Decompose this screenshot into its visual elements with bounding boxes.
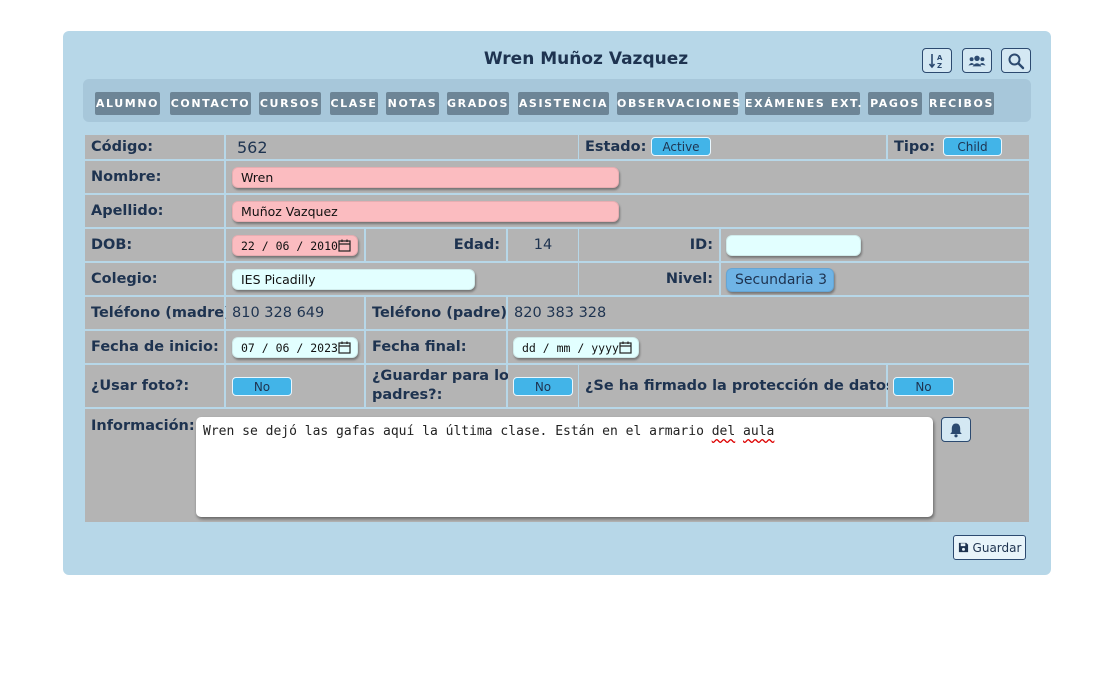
svg-text:Z: Z <box>937 62 942 70</box>
tab-clase[interactable]: CLASE <box>330 92 378 115</box>
nivel-label: Nivel: <box>579 263 719 295</box>
codigo-value: 562 <box>226 135 578 159</box>
svg-text:A: A <box>937 54 943 62</box>
calendar-icon <box>338 341 351 354</box>
calendar-icon <box>338 239 351 252</box>
tipo-select[interactable]: Child <box>943 137 1002 156</box>
nombre-input[interactable]: Wren <box>232 167 619 188</box>
calendar-icon <box>619 341 632 354</box>
informacion-text-4: aula <box>743 424 775 439</box>
tab-examenes-ext[interactable]: EXÁMENES EXT. <box>745 92 862 115</box>
apellido-input[interactable]: Muñoz Vazquez <box>232 201 619 222</box>
sort-az-icon: A Z <box>928 53 943 70</box>
informacion-text-3 <box>735 424 743 439</box>
nivel-select[interactable]: Secundaria 3 <box>726 268 834 292</box>
bell-icon <box>950 423 962 437</box>
search-icon <box>1008 53 1025 69</box>
usar-foto-select[interactable]: No <box>232 377 292 396</box>
colegio-label: Colegio: <box>85 263 224 295</box>
tab-asistencia[interactable]: ASISTENCIA <box>518 92 609 115</box>
sort-button[interactable]: A Z <box>922 48 952 73</box>
tel-padre-value: 820 383 328 <box>508 297 1029 329</box>
guardar-padres-label-line2: padres?: <box>372 387 443 403</box>
tab-grados[interactable]: GRADOS <box>447 92 509 115</box>
proteccion-select[interactable]: No <box>893 377 954 396</box>
apellido-label: Apellido: <box>85 195 224 227</box>
tab-recibos[interactable]: RECIBOS <box>929 92 994 115</box>
tab-alumno[interactable]: ALUMNO <box>95 92 160 115</box>
search-button[interactable] <box>1001 48 1031 73</box>
tel-madre-value: 810 328 649 <box>226 297 364 329</box>
fecha-final-value: dd / mm / yyyy <box>522 340 619 355</box>
users-button[interactable] <box>962 48 992 73</box>
fecha-inicio-value: 07 / 06 / 2023 <box>241 340 338 355</box>
dob-label: DOB: <box>85 229 224 261</box>
informacion-text-2: del <box>711 424 736 439</box>
tab-notas[interactable]: NOTAS <box>386 92 439 115</box>
edad-value: 14 <box>508 229 578 261</box>
estado-label: Estado: <box>579 135 886 159</box>
codigo-label: Código: <box>85 135 224 159</box>
guardar-padres-select[interactable]: No <box>513 377 573 396</box>
colegio-input[interactable]: IES Picadilly <box>232 269 475 290</box>
estado-select[interactable]: Active <box>651 137 711 156</box>
id-label: ID: <box>579 229 719 261</box>
fecha-inicio-input[interactable]: 07 / 06 / 2023 <box>232 337 358 358</box>
dob-input[interactable]: 22 / 06 / 2010 <box>232 235 358 256</box>
tel-padre-label: Teléfono (padre): <box>366 297 513 329</box>
dob-value: 22 / 06 / 2010 <box>241 238 338 253</box>
tab-cursos[interactable]: CURSOS <box>259 92 321 115</box>
fecha-final-input[interactable]: dd / mm / yyyy <box>513 337 639 358</box>
id-input[interactable] <box>726 235 861 256</box>
nombre-label: Nombre: <box>85 161 224 193</box>
informacion-textarea[interactable]: Wren se dejó las gafas aquí la última cl… <box>196 417 933 517</box>
usar-foto-label: ¿Usar foto?: <box>85 365 224 407</box>
fecha-final-label: Fecha final: <box>366 331 506 363</box>
edad-label: Edad: <box>366 229 506 261</box>
nav-bar: ALUMNO CONTACTO CURSOS CLASE NOTAS GRADO… <box>83 79 1031 122</box>
tab-pagos[interactable]: PAGOS <box>868 92 922 115</box>
save-button[interactable]: Guardar <box>953 535 1026 560</box>
users-icon <box>968 55 986 66</box>
reminder-button[interactable] <box>941 417 971 442</box>
guardar-padres-label: ¿Guardar para los padres?: <box>366 365 518 407</box>
informacion-text-1: Wren se dejó las gafas aquí la última cl… <box>203 424 712 439</box>
save-label: Guardar <box>972 540 1022 555</box>
student-panel: Wren Muñoz Vazquez A Z ALUMNO CONTACTO C… <box>63 31 1051 575</box>
tab-observaciones[interactable]: OBSERVACIONES <box>617 92 740 115</box>
guardar-padres-label-line1: ¿Guardar para los <box>372 368 518 384</box>
save-icon <box>958 542 968 553</box>
tel-madre-label: Teléfono (madre): <box>85 297 237 329</box>
tab-contacto[interactable]: CONTACTO <box>170 92 251 115</box>
proteccion-label: ¿Se ha firmado la protección de datos?: <box>579 365 909 407</box>
fecha-inicio-label: Fecha de inicio: <box>85 331 224 363</box>
informacion-label: Información: <box>91 418 195 434</box>
